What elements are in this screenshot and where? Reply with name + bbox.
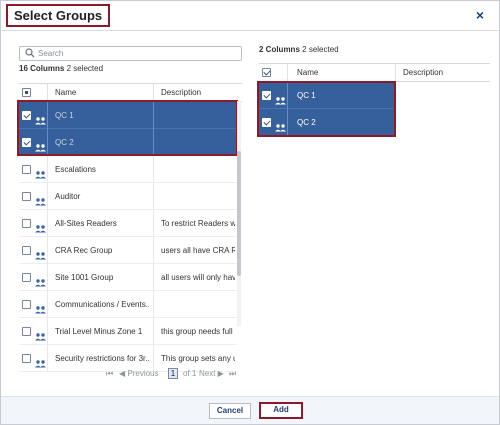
table-row[interactable]: CRA Rec Group users all have CRA Rec bbox=[19, 237, 237, 264]
available-count-selected: 2 selected bbox=[66, 64, 104, 73]
group-description: To restrict Readers wo bbox=[161, 219, 235, 228]
group-name: QC 1 bbox=[55, 111, 74, 120]
group-name: QC 1 bbox=[297, 91, 316, 100]
table-row[interactable]: QC 2 bbox=[19, 129, 237, 156]
table-row[interactable]: All-Sites Readers To restrict Readers wo bbox=[19, 210, 237, 237]
pager: ⏮ ◀ Previous 1 of 1 Next ▶ ⏭ bbox=[19, 365, 242, 383]
group-icon bbox=[275, 119, 286, 132]
row-checkbox[interactable] bbox=[22, 273, 31, 282]
group-name: CRA Rec Group bbox=[55, 246, 113, 255]
table-row[interactable]: QC 1 bbox=[19, 102, 237, 129]
table-row[interactable]: Auditor bbox=[19, 183, 237, 210]
search-icon bbox=[25, 48, 35, 58]
selected-count-total: 2 Columns bbox=[259, 45, 300, 54]
cancel-button[interactable]: Cancel bbox=[209, 403, 251, 419]
row-checkbox[interactable] bbox=[22, 138, 31, 147]
group-icon bbox=[35, 274, 46, 287]
grid-scrollbar[interactable] bbox=[237, 101, 241, 326]
next-page-button[interactable]: Next ▶ bbox=[199, 369, 224, 378]
grid-header: Name Description bbox=[259, 64, 490, 82]
group-name: Site 1001 Group bbox=[55, 273, 114, 282]
page-of-label: of 1 bbox=[183, 369, 197, 378]
table-row[interactable]: Communications / Events... bbox=[19, 291, 237, 318]
group-description: This group sets any us bbox=[161, 354, 235, 363]
group-icon bbox=[35, 355, 46, 368]
close-icon[interactable]: × bbox=[473, 8, 487, 22]
selected-count-selected: 2 selected bbox=[302, 45, 339, 54]
group-icon bbox=[275, 92, 286, 105]
row-checkbox[interactable] bbox=[22, 165, 31, 174]
group-name: Communications / Events... bbox=[55, 300, 149, 309]
group-name: All-Sites Readers bbox=[55, 219, 117, 228]
search-input[interactable] bbox=[38, 47, 238, 60]
select-groups-dialog: Select Groups × 16 Columns 2 selected Na… bbox=[0, 0, 500, 425]
column-header-description[interactable]: Description bbox=[161, 88, 201, 97]
row-checkbox[interactable] bbox=[22, 219, 31, 228]
group-icon bbox=[35, 193, 46, 206]
row-checkbox[interactable] bbox=[22, 111, 31, 120]
table-row[interactable]: QC 1 bbox=[259, 82, 396, 109]
group-description: this group needs full a bbox=[161, 327, 235, 336]
available-count: 16 Columns 2 selected bbox=[19, 64, 103, 73]
group-description: users all have CRA Rec bbox=[161, 246, 235, 255]
group-icon bbox=[35, 220, 46, 233]
search-box[interactable] bbox=[19, 46, 242, 61]
first-page-icon[interactable]: ⏮ bbox=[106, 369, 113, 379]
selected-count: 2 Columns 2 selected bbox=[259, 45, 339, 54]
dialog-footer: Cancel Add bbox=[1, 396, 499, 424]
group-name: Auditor bbox=[55, 192, 81, 201]
row-checkbox[interactable] bbox=[22, 300, 31, 309]
table-row[interactable]: QC 2 bbox=[259, 109, 396, 136]
group-icon bbox=[35, 247, 46, 260]
group-icon bbox=[35, 328, 46, 341]
table-row[interactable]: Escalations bbox=[19, 156, 237, 183]
row-checkbox[interactable] bbox=[22, 192, 31, 201]
column-header-name[interactable]: Name bbox=[297, 68, 318, 77]
dialog-title: Select Groups bbox=[6, 4, 111, 27]
row-checkbox[interactable] bbox=[22, 354, 31, 363]
group-name: Security restrictions for 3r... bbox=[55, 354, 149, 363]
group-name: QC 2 bbox=[297, 118, 316, 127]
table-row[interactable]: Trial Level Minus Zone 1 this group needs… bbox=[19, 318, 237, 345]
group-description: all users will only have bbox=[161, 273, 235, 282]
available-count-total: 16 Columns bbox=[19, 64, 65, 73]
group-icon bbox=[35, 301, 46, 314]
previous-page-button[interactable]: ◀ Previous bbox=[119, 369, 159, 378]
group-icon bbox=[35, 139, 46, 152]
group-name: QC 2 bbox=[55, 138, 74, 147]
select-all-checkbox[interactable] bbox=[262, 68, 271, 77]
group-icon bbox=[35, 112, 46, 125]
row-checkbox[interactable] bbox=[262, 91, 271, 100]
page-number-input[interactable]: 1 bbox=[168, 368, 178, 379]
available-groups-grid: Name Description QC 1 QC 2 Escalations Audi… bbox=[19, 83, 242, 383]
group-icon bbox=[35, 166, 46, 179]
group-name: Trial Level Minus Zone 1 bbox=[55, 327, 143, 336]
dialog-header: Select Groups × bbox=[1, 1, 499, 31]
group-name: Escalations bbox=[55, 165, 96, 174]
scrollbar-thumb[interactable] bbox=[237, 151, 241, 276]
row-checkbox[interactable] bbox=[22, 327, 31, 336]
selected-groups-grid: Name Description QC 1 QC 2 bbox=[259, 63, 490, 143]
row-checkbox[interactable] bbox=[22, 246, 31, 255]
row-checkbox[interactable] bbox=[262, 118, 271, 127]
add-button[interactable]: Add bbox=[259, 402, 303, 419]
table-row[interactable]: Site 1001 Group all users will only have bbox=[19, 264, 237, 291]
column-header-name[interactable]: Name bbox=[55, 88, 76, 97]
last-page-icon[interactable]: ⏭ bbox=[229, 369, 236, 379]
select-all-checkbox[interactable] bbox=[22, 88, 31, 97]
grid-header: Name Description bbox=[19, 84, 242, 102]
column-header-description[interactable]: Description bbox=[403, 68, 443, 77]
